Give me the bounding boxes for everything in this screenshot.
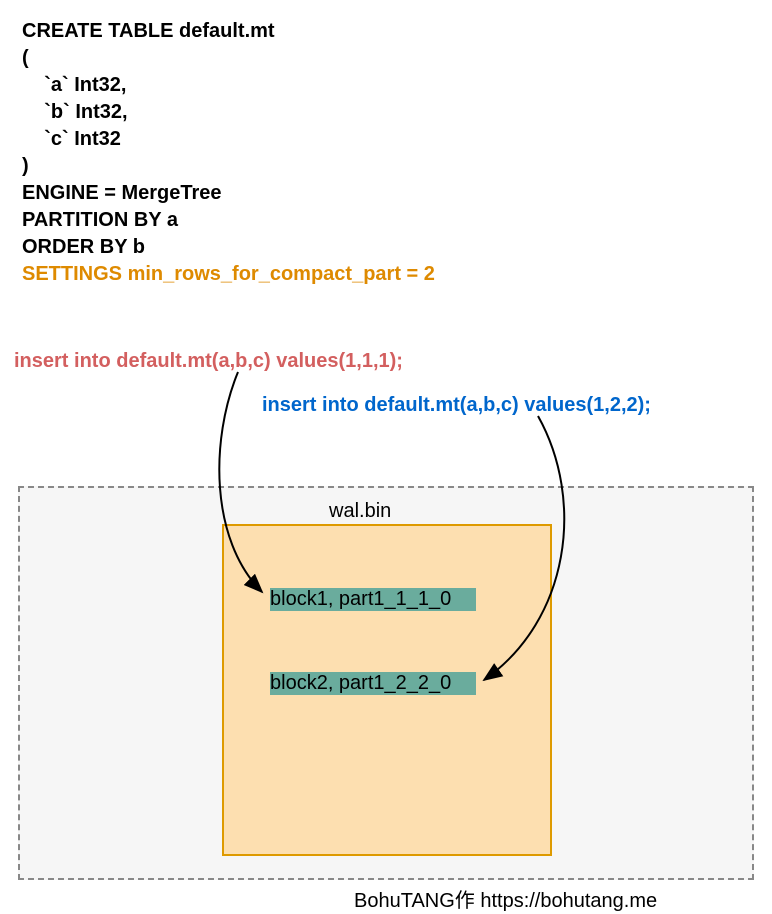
sql-line: CREATE TABLE default.mt bbox=[22, 18, 435, 45]
sql-line: ENGINE = MergeTree bbox=[22, 180, 435, 207]
sql-line: ORDER BY b bbox=[22, 234, 435, 261]
wal-label: wal.bin bbox=[329, 500, 391, 523]
wal-block-1: block1, part1_1_1_0 bbox=[270, 588, 476, 611]
create-table-sql: CREATE TABLE default.mt ( `a` Int32, `b`… bbox=[22, 18, 435, 288]
sql-line: PARTITION BY a bbox=[22, 207, 435, 234]
sql-line: ( bbox=[22, 45, 435, 72]
insert-statement-1: insert into default.mt(a,b,c) values(1,1… bbox=[14, 350, 403, 373]
sql-line: `c` Int32 bbox=[22, 126, 435, 153]
insert-statement-2: insert into default.mt(a,b,c) values(1,2… bbox=[262, 394, 651, 417]
sql-settings-line: SETTINGS min_rows_for_compact_part = 2 bbox=[22, 261, 435, 288]
sql-line: ) bbox=[22, 153, 435, 180]
wal-block-2: block2, part1_2_2_0 bbox=[270, 672, 476, 695]
credit-line: BohuTANG作 https://bohutang.me bbox=[354, 884, 657, 913]
sql-line: `a` Int32, bbox=[22, 72, 435, 99]
sql-line: `b` Int32, bbox=[22, 99, 435, 126]
